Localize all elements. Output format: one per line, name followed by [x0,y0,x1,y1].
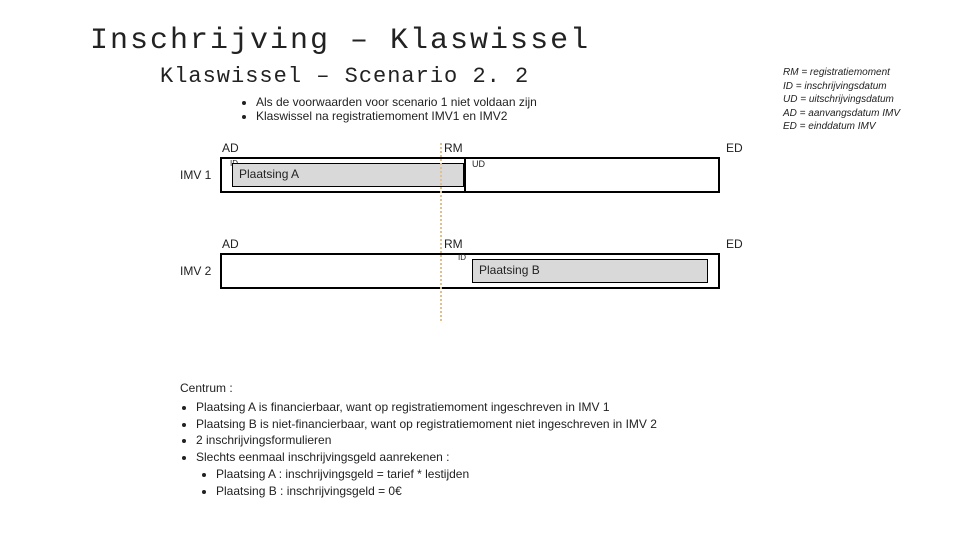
ad-label-2: AD [222,237,239,251]
notes: Centrum : Plaatsing A is financierbaar, … [180,380,657,500]
row-label-imv2: IMV 2 [180,264,211,278]
ud-label: UD [472,159,485,169]
placing-b: Plaatsing B [472,259,708,283]
diagram: IMV 1 AD RM ED ID Plaatsing A UD IMV 2 A… [180,135,720,335]
page-title: Inschrijving – Klaswissel [0,0,960,58]
legend-ad: AD = aanvangsdatum IMV [783,107,900,121]
legend-ed: ED = einddatum IMV [783,120,900,134]
note-item: Plaatsing A is financierbaar, want op re… [196,399,657,416]
rm-label-1: RM [444,141,463,155]
rm-line [440,143,442,321]
note-item: 2 inschrijvingsformulieren [196,432,657,449]
note-item: Slechts eenmaal inschrijvingsgeld aanrek… [196,449,657,499]
id-label-2: ID [458,253,466,262]
note-item-label: Slechts eenmaal inschrijvingsgeld aanrek… [196,450,449,464]
ud-line [464,157,466,193]
note-item: Plaatsing B is niet-financierbaar, want … [196,416,657,433]
ed-label-1: ED [726,141,743,155]
placing-a: Plaatsing A [232,163,464,187]
row-label-imv1: IMV 1 [180,168,211,182]
notes-heading: Centrum : [180,380,657,397]
note-sub-item: Plaatsing B : inschrijvingsgeld = 0€ [216,483,657,500]
ad-label-1: AD [222,141,239,155]
note-sub-item: Plaatsing A : inschrijvingsgeld = tarief… [216,466,657,483]
legend: RM = registratiemoment ID = inschrijving… [783,66,900,134]
rm-label-2: RM [444,237,463,251]
page: Inschrijving – Klaswissel Klaswissel – S… [0,0,960,540]
legend-ud: UD = uitschrijvingsdatum [783,93,900,107]
ed-label-2: ED [726,237,743,251]
legend-rm: RM = registratiemoment [783,66,900,80]
legend-id: ID = inschrijvingsdatum [783,80,900,94]
